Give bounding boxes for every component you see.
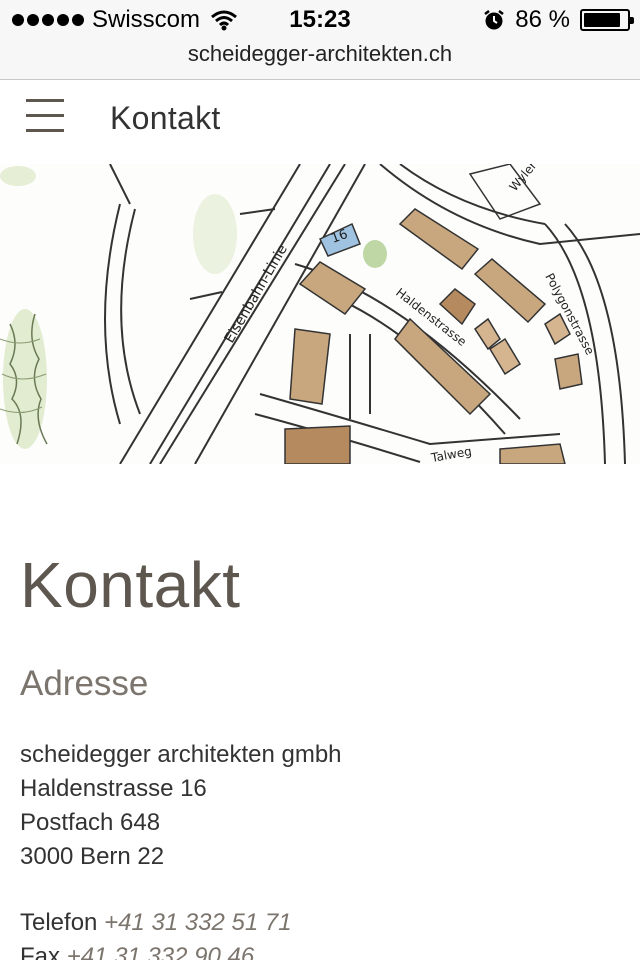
url-text[interactable]: scheidegger-architekten.ch xyxy=(188,41,452,66)
address-block: scheidegger architekten gmbh Haldenstras… xyxy=(20,738,342,874)
address-line-postbox: Postfach 648 xyxy=(20,809,161,836)
address-line-company: scheidegger architekten gmbh xyxy=(20,741,342,768)
map-label-wyler: Wyler xyxy=(507,164,540,194)
address-line-street: Haldenstrasse 16 xyxy=(20,775,207,802)
location-sketch-map: Eisenbahn-Linie 16 Haldenstrasse Polygon… xyxy=(0,164,640,464)
hamburger-icon[interactable] xyxy=(26,99,64,133)
map-sketch: Eisenbahn-Linie 16 Haldenstrasse Polygon… xyxy=(0,164,640,464)
map-label-talweg: Talweg xyxy=(429,444,473,464)
phone-label: Telefon xyxy=(20,909,98,936)
fax-number: +41 31 332 90 46 xyxy=(66,943,255,960)
status-bar: Swisscom 15:23 86 % xyxy=(0,0,640,40)
battery-icon xyxy=(580,9,634,31)
phone-link[interactable]: +41 31 332 51 71 xyxy=(104,909,292,936)
alarm-icon xyxy=(484,10,505,30)
battery-percent: 86 % xyxy=(515,6,570,33)
contact-block: Telefon +41 31 332 51 71 Fax +41 31 332 … xyxy=(20,906,292,960)
map-label-polygonstrasse: Polygonstrasse xyxy=(542,271,597,357)
header-title: Kontakt xyxy=(110,100,221,136)
url-bar[interactable]: scheidegger-architekten.ch xyxy=(0,40,640,80)
page-title: Kontakt xyxy=(20,549,241,621)
address-heading: Adresse xyxy=(20,664,149,703)
address-line-city: 3000 Bern 22 xyxy=(20,843,165,870)
site-header: Kontakt xyxy=(0,80,640,164)
fax-row: Fax +41 31 332 90 46 xyxy=(20,940,292,960)
map-labels: Eisenbahn-Linie 16 Haldenstrasse Polygon… xyxy=(222,164,597,464)
phone-row: Telefon +41 31 332 51 71 xyxy=(20,906,292,940)
status-right: 86 % xyxy=(483,6,634,34)
fax-label: Fax xyxy=(20,943,61,960)
